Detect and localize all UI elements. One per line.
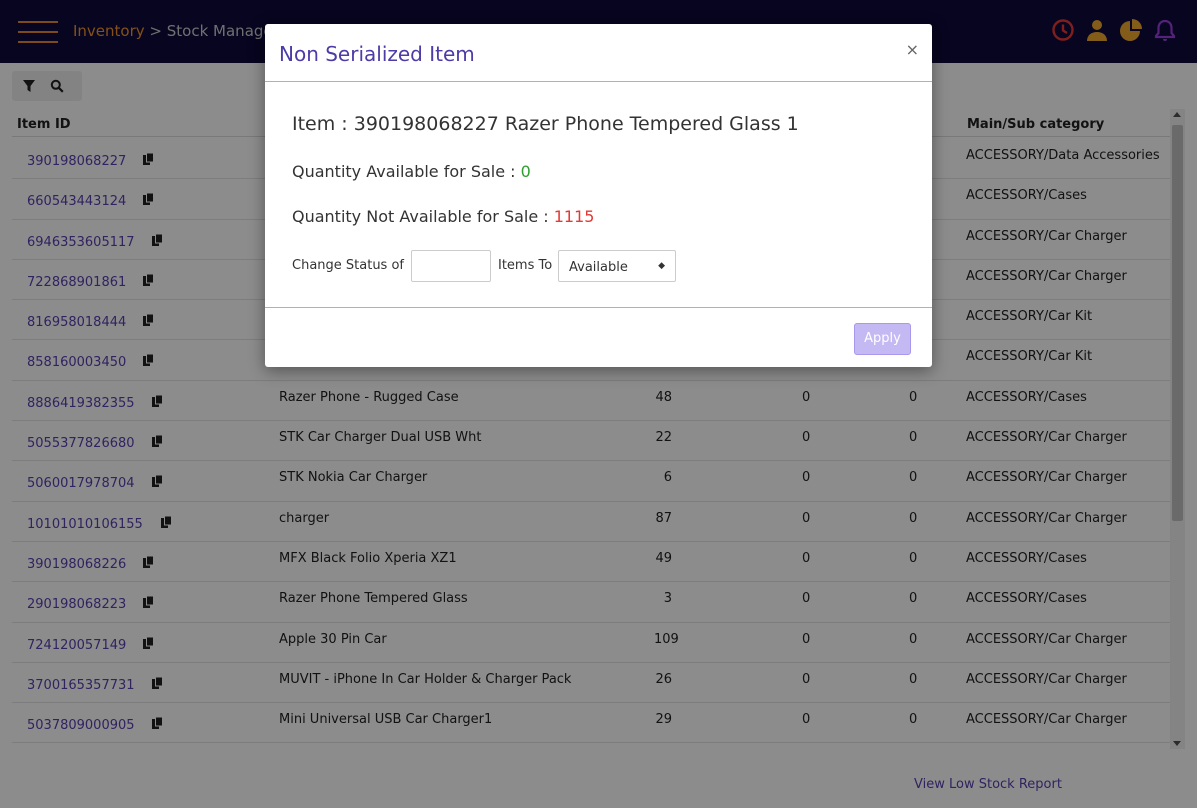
item-value: 390198068227 Razer Phone Tempered Glass … bbox=[353, 113, 799, 135]
item-label: Item : bbox=[292, 113, 354, 135]
quantity-not-available-value: 1115 bbox=[553, 207, 595, 226]
modal-footer: Apply bbox=[265, 307, 932, 367]
change-status-label: Change Status of bbox=[292, 258, 404, 273]
quantity-available-value: 0 bbox=[520, 162, 531, 181]
quantity-input[interactable] bbox=[411, 250, 491, 282]
quantity-not-available-line: Quantity Not Available for Sale : 1115 bbox=[292, 207, 594, 226]
modal-title: Non Serialized Item bbox=[279, 42, 475, 66]
close-icon[interactable]: × bbox=[906, 40, 919, 59]
status-select[interactable]: Available ◆ bbox=[558, 250, 676, 282]
item-line: Item : 390198068227 Razer Phone Tempered… bbox=[292, 113, 799, 135]
items-to-label: Items To bbox=[498, 258, 553, 273]
modal-header: Non Serialized Item × bbox=[265, 24, 932, 82]
modal-body: Item : 390198068227 Razer Phone Tempered… bbox=[292, 82, 912, 308]
quantity-available-line: Quantity Available for Sale : 0 bbox=[292, 162, 531, 181]
quantity-available-label: Quantity Available for Sale : bbox=[292, 162, 521, 181]
apply-button[interactable]: Apply bbox=[854, 323, 911, 355]
non-serialized-item-modal: Non Serialized Item × Item : 39019806822… bbox=[265, 24, 932, 367]
quantity-not-available-label: Quantity Not Available for Sale : bbox=[292, 207, 554, 226]
status-select-value: Available bbox=[569, 260, 628, 275]
sort-caret-icon: ◆ bbox=[658, 261, 665, 271]
